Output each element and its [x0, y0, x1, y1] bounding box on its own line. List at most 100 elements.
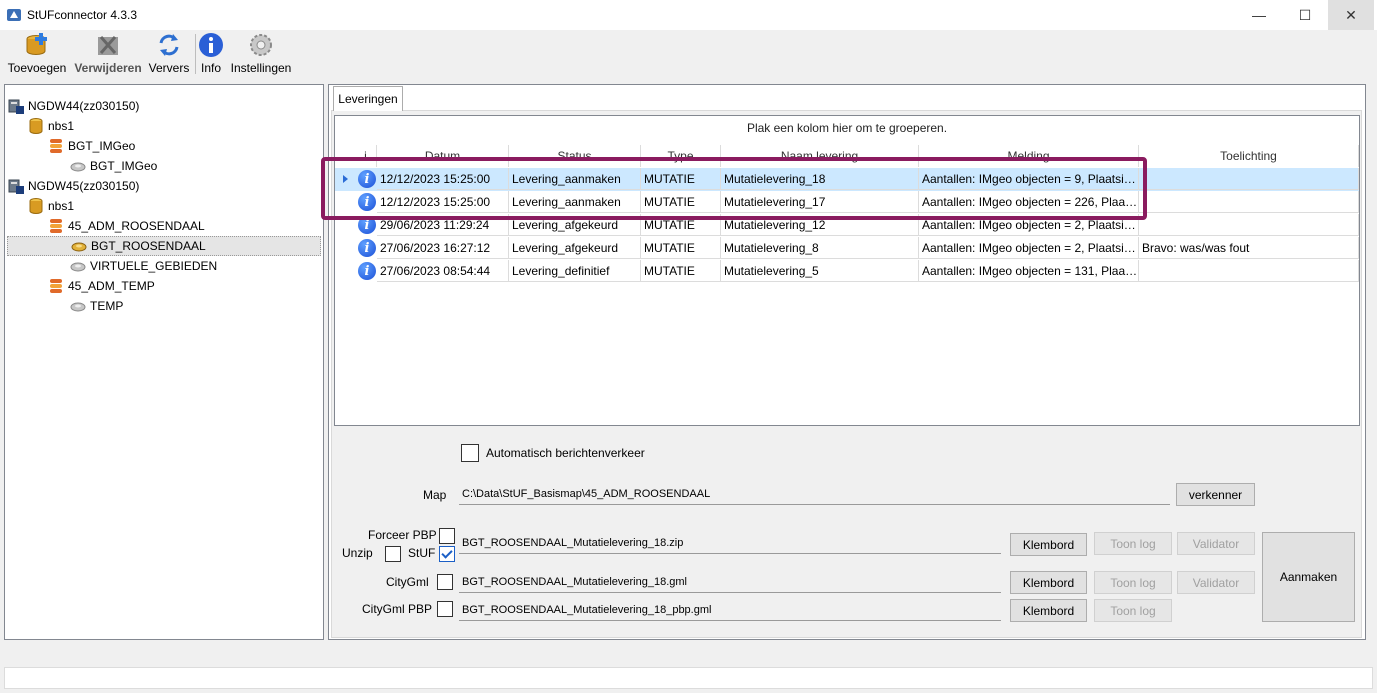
klembord-zip-button[interactable]: Klembord — [1010, 533, 1087, 556]
tree-node[interactable]: BGT_IMGeo — [47, 136, 135, 156]
forceer-pbp-checkbox[interactable] — [439, 528, 455, 544]
toon-log-gml-button[interactable]: Toon log — [1094, 571, 1172, 594]
aanmaken-button[interactable]: Aanmaken — [1262, 532, 1355, 622]
database-icon — [29, 198, 43, 214]
tree-node[interactable]: 45_ADM_ROOSENDAAL — [47, 216, 205, 236]
map-path-field[interactable]: C:\Data\StUF_Basismap\45_ADM_ROOSENDAAL — [459, 483, 1170, 505]
disk-icon — [71, 242, 87, 252]
tree-node-label: 45_ADM_TEMP — [68, 279, 155, 293]
toon-log-zip-button[interactable]: Toon log — [1094, 532, 1172, 555]
tree-node-label: nbs1 — [48, 199, 75, 213]
toelichting-cell — [1139, 260, 1359, 282]
connection-tree[interactable]: NGDW44(zz030150) nbs1 BGT_IMGeo BGT_IMGeo NG… — [4, 84, 324, 640]
disk-icon — [70, 302, 86, 312]
klembord-gml-button[interactable]: Klembord — [1010, 571, 1087, 594]
layers-icon — [50, 279, 62, 293]
refresh-icon — [159, 34, 179, 56]
toon-log-pbp-button[interactable]: Toon log — [1094, 599, 1172, 622]
tree-node-label: BGT_IMGeo — [90, 159, 158, 173]
verwijderen-button[interactable]: Verwijderen — [74, 30, 142, 78]
map-label: Map — [423, 488, 447, 502]
validator-gml-button[interactable]: Validator — [1177, 571, 1255, 594]
citygml-label: CityGml — [386, 575, 429, 589]
tree-node[interactable]: NGDW45(zz030150) — [7, 176, 139, 196]
table-row[interactable]: i 27/06/2023 08:54:44 Levering_definitief M… — [335, 260, 1359, 283]
highlight-box — [321, 157, 1147, 220]
validator-zip-button[interactable]: Validator — [1177, 532, 1255, 555]
table-row[interactable]: i 27/06/2023 16:27:12 Levering_afgekeurd MU… — [335, 237, 1359, 260]
naam-cell: Mutatielevering_8 — [721, 237, 919, 259]
tree-node[interactable]: nbs1 — [27, 196, 74, 216]
tree-node-label: TEMP — [90, 299, 124, 313]
verkenner-button[interactable]: verkenner — [1176, 483, 1255, 506]
delete-icon — [98, 36, 118, 55]
status-bar — [4, 667, 1373, 689]
stuf-label: StUF — [408, 546, 436, 560]
toolbar-separator — [195, 34, 196, 74]
ververs-button[interactable]: Ververs — [146, 30, 192, 78]
group-hint: Plak een kolom hier om te groeperen. — [746, 121, 948, 135]
pbp-file-field[interactable]: BGT_ROOSENDAAL_Mutatielevering_18_pbp.gm… — [459, 599, 1001, 621]
toelichting-cell — [1139, 214, 1359, 236]
layers-icon — [50, 219, 62, 233]
type-cell: MUTATIE — [641, 237, 721, 259]
tree-node[interactable]: 45_ADM_TEMP — [47, 276, 155, 296]
tree-node-label: NGDW44(zz030150) — [28, 99, 140, 113]
gml-file-field[interactable]: BGT_ROOSENDAAL_Mutatielevering_18.gml — [459, 571, 1001, 593]
info-icon[interactable]: i — [358, 262, 376, 280]
citygml-pbp-checkbox[interactable] — [437, 601, 453, 617]
server-icon — [8, 99, 24, 114]
info-icon[interactable]: i — [358, 239, 376, 257]
info-icon — [199, 33, 223, 57]
verwijderen-label: Verwijderen — [74, 61, 142, 75]
ververs-label: Ververs — [148, 61, 190, 75]
instellingen-label: Instellingen — [230, 61, 292, 75]
tree-node[interactable]: NGDW44(zz030150) — [7, 96, 139, 116]
datum-cell: 27/06/2023 16:27:12 — [377, 237, 509, 259]
klembord-pbp-button[interactable]: Klembord — [1010, 599, 1087, 622]
tree-node[interactable]: TEMP — [69, 296, 123, 316]
instellingen-button[interactable]: Instellingen — [229, 30, 293, 78]
disk-icon — [70, 262, 86, 272]
toelichting-cell — [1139, 191, 1359, 213]
close-button[interactable]: ✕ — [1328, 0, 1374, 30]
toolbar: Toevoegen Verwijderen Ververs Info Inste… — [0, 30, 1377, 78]
unzip-label: Unzip — [342, 546, 373, 560]
citygml-checkbox[interactable] — [437, 574, 453, 590]
toelichting-cell: Bravo: was/was fout — [1139, 237, 1359, 259]
minimize-button[interactable]: — — [1236, 0, 1282, 30]
tree-node-label: BGT_IMGeo — [68, 139, 136, 153]
tree-node[interactable]: BGT_IMGeo — [69, 156, 157, 176]
info-button[interactable]: Info — [197, 30, 225, 78]
title-bar: StUFconnector 4.3.3 — ☐ ✕ — [0, 0, 1377, 30]
status-cell: Levering_definitief — [509, 260, 641, 282]
tree-node[interactable]: nbs1 — [27, 116, 74, 136]
toevoegen-button[interactable]: Toevoegen — [4, 30, 70, 78]
zip-file-field[interactable]: BGT_ROOSENDAAL_Mutatielevering_18.zip — [459, 532, 1001, 554]
settings-gear-icon — [250, 34, 272, 56]
app-logo-icon — [7, 9, 21, 21]
maximize-button[interactable]: ☐ — [1282, 0, 1328, 30]
toelichting-cell — [1139, 168, 1359, 190]
info-label: Info — [200, 61, 221, 75]
status-cell: Levering_afgekeurd — [509, 237, 641, 259]
tree-node[interactable]: BGT_ROOSENDAAL — [7, 236, 321, 256]
datum-cell: 27/06/2023 08:54:44 — [377, 260, 509, 282]
server-icon — [8, 179, 24, 194]
tree-node-label: nbs1 — [48, 119, 75, 133]
stuf-checkbox[interactable] — [439, 546, 455, 562]
tab-leveringen[interactable]: Leveringen — [333, 86, 403, 111]
type-cell: MUTATIE — [641, 260, 721, 282]
window-title: StUFconnector 4.3.3 — [27, 8, 138, 22]
tree-node[interactable]: VIRTUELE_GEBIEDEN — [69, 256, 217, 276]
unzip-checkbox[interactable] — [385, 546, 401, 562]
naam-cell: Mutatielevering_5 — [721, 260, 919, 282]
melding-cell: Aantallen: IMgeo objecten = 2, Plaatsing… — [919, 237, 1139, 259]
database-icon — [29, 118, 43, 134]
tree-node-label: BGT_ROOSENDAAL — [91, 239, 206, 253]
auto-berichtenverkeer-label: Automatisch berichtenverkeer — [486, 446, 645, 460]
col-toelichting-header[interactable]: Toelichting — [1139, 145, 1359, 167]
add-database-icon — [26, 33, 47, 55]
forceer-pbp-label: Forceer PBP — [368, 528, 437, 542]
auto-berichtenverkeer-checkbox[interactable] — [461, 444, 479, 462]
